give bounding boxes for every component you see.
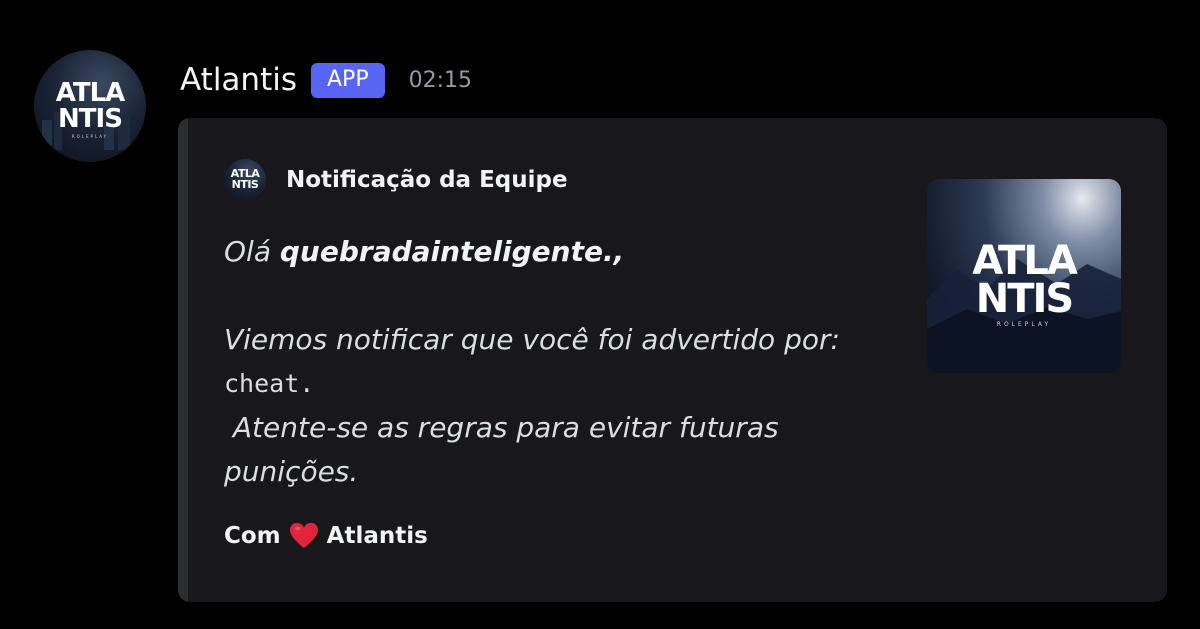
thumbnail-logo-line2: NTIS [975, 276, 1074, 322]
embed-author: ATLA NTIS Notificação da Equipe [224, 159, 568, 201]
embed-description: Olá quebradainteligente., Viemos notific… [224, 230, 864, 494]
signature-suffix: Atlantis [326, 523, 428, 549]
message-timestamp[interactable]: 02:15 [409, 68, 472, 93]
warn-line-2: punições. [224, 455, 359, 488]
avatar-logo-line1: ATLA [55, 78, 126, 108]
app-badge: APP [311, 62, 385, 98]
warn-line-1: Atente-se as regras para evitar futuras [224, 411, 779, 444]
embed-thumbnail[interactable]: ATLA NTIS ROLEPLAY [927, 179, 1121, 373]
embed-author-name: Notificação da Equipe [286, 167, 568, 193]
author-icon-logo-line2: NTIS [231, 178, 259, 191]
thumbnail-logo-line1: ATLA [972, 238, 1078, 284]
bot-avatar[interactable]: ATLA NTIS ROLEPLAY [34, 50, 146, 162]
message-header: Atlantis APP 02:15 [180, 56, 472, 104]
warning-reason: cheat. [224, 369, 315, 398]
embed-card: ATLA NTIS Notificação da Equipe Olá queb… [178, 118, 1167, 602]
signature-prefix: Com [224, 523, 281, 549]
greeting-prefix: Olá [224, 235, 280, 268]
greeting-suffix: , [613, 235, 625, 268]
embed-author-icon: ATLA NTIS [224, 159, 266, 201]
notify-line: Viemos notificar que você foi advertido … [224, 323, 840, 356]
red-heart-icon [289, 522, 318, 549]
embed-signature: Com Atlantis [224, 522, 428, 550]
avatar-logo-line2: NTIS [58, 104, 123, 134]
greeting-line: Olá quebradainteligente., [224, 230, 864, 274]
embed-accent-bar [178, 118, 188, 602]
username[interactable]: Atlantis [180, 62, 297, 98]
avatar-logo-sub: ROLEPLAY [71, 134, 109, 139]
thumbnail-logo-sub: ROLEPLAY [996, 321, 1052, 328]
recipient-name: quebradainteligente. [279, 235, 614, 268]
